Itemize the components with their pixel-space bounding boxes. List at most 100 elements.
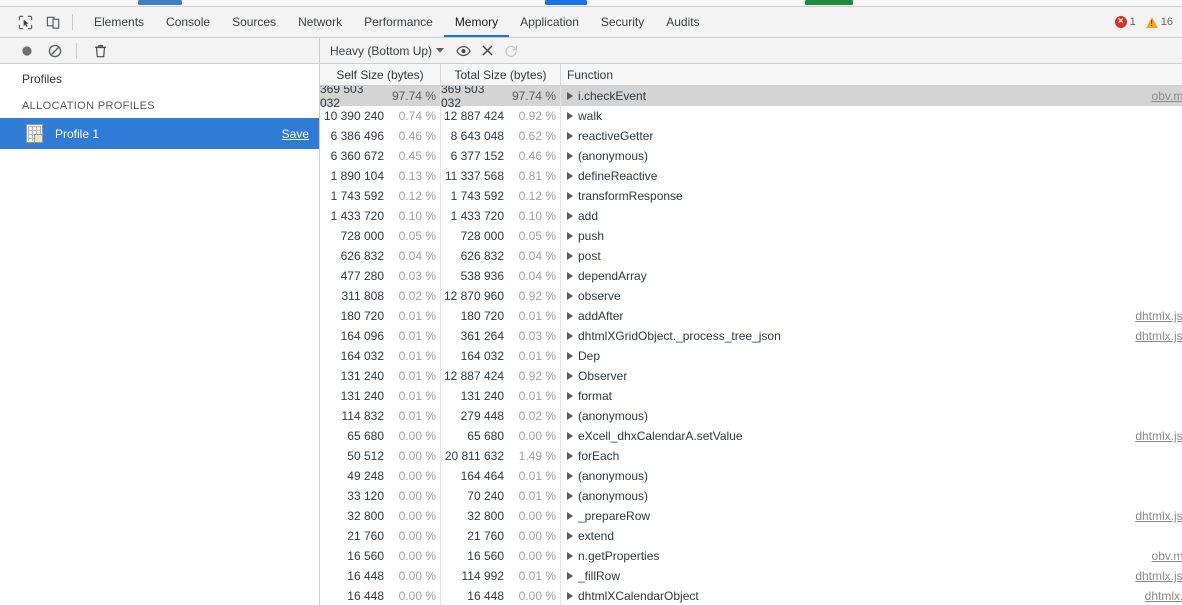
tab-audits[interactable]: Audits (655, 7, 710, 37)
inspect-element-icon[interactable] (12, 10, 38, 34)
expand-triangle-icon[interactable] (567, 352, 573, 360)
view-mode-select[interactable]: Heavy (Bottom Up) (328, 41, 450, 61)
table-row[interactable]: 50 512 0.00 % 20 811 632 1.49 % forEach (320, 446, 1182, 466)
view-mode-value: Heavy (Bottom Up) (330, 43, 433, 58)
total-size-value: 626 832 (460, 249, 504, 263)
expand-triangle-icon[interactable] (567, 572, 573, 580)
clear-button[interactable] (44, 41, 66, 61)
function-name: observe (578, 289, 621, 303)
cell-total-size: 65 680 0.00 % (441, 426, 561, 446)
expand-triangle-icon[interactable] (567, 372, 573, 380)
tab-elements[interactable]: Elements (83, 7, 155, 37)
expand-triangle-icon[interactable] (567, 152, 573, 160)
expand-triangle-icon[interactable] (567, 172, 573, 180)
expand-triangle-icon[interactable] (567, 392, 573, 400)
expand-triangle-icon[interactable] (567, 532, 573, 540)
column-header-total-size[interactable]: Total Size (bytes) (441, 64, 561, 85)
table-row[interactable]: 16 560 0.00 % 16 560 0.00 % n.getProperties o… (320, 546, 1182, 566)
source-file-link[interactable]: obv.mi (1144, 549, 1182, 563)
table-row[interactable]: 728 000 0.05 % 728 000 0.05 % push (320, 226, 1182, 246)
expand-triangle-icon[interactable] (567, 212, 573, 220)
table-row[interactable]: 1 743 592 0.12 % 1 743 592 0.12 % transformR… (320, 186, 1182, 206)
table-row[interactable]: 16 448 0.00 % 114 992 0.01 % _fillRow dhtmlx.… (320, 566, 1182, 586)
save-profile-link[interactable]: Save (282, 127, 309, 141)
expand-triangle-icon[interactable] (567, 92, 573, 100)
total-size-percent: 0.46 % (518, 149, 556, 163)
expand-triangle-icon[interactable] (567, 232, 573, 240)
table-row[interactable]: 16 448 0.00 % 16 448 0.00 % dhtmlXCalendarOb… (320, 586, 1182, 605)
expand-triangle-icon[interactable] (567, 592, 573, 600)
table-row[interactable]: 21 760 0.00 % 21 760 0.00 % extend (320, 526, 1182, 546)
source-file-link[interactable]: dhtmlx.js: (1127, 309, 1182, 323)
expand-triangle-icon[interactable] (567, 292, 573, 300)
expand-triangle-icon[interactable] (567, 132, 573, 140)
device-toolbar-icon[interactable] (40, 10, 66, 34)
source-file-link[interactable]: dhtmlx.js: (1127, 329, 1182, 343)
table-row[interactable]: 369 503 032 97.74 % 369 503 032 97.74 % i.ch… (320, 86, 1182, 110)
expand-triangle-icon[interactable] (567, 332, 573, 340)
restore-functions-button[interactable] (500, 41, 522, 61)
record-button[interactable] (16, 41, 38, 61)
focus-function-button[interactable] (452, 41, 474, 61)
source-file-link[interactable]: dhtmlx.js: (1127, 429, 1182, 443)
cell-self-size: 1 743 592 0.12 % (320, 186, 441, 206)
total-size-value: 728 000 (460, 229, 504, 243)
expand-triangle-icon[interactable] (567, 272, 573, 280)
table-row[interactable]: 131 240 0.01 % 12 887 424 0.92 % Observer (320, 366, 1182, 386)
sidebar-item-profile-1[interactable]: Profile 1 Save (0, 118, 319, 149)
table-row[interactable]: 164 096 0.01 % 361 264 0.03 % dhtmlXGridObje… (320, 326, 1182, 346)
expand-triangle-icon[interactable] (567, 192, 573, 200)
tab-network[interactable]: Network (287, 7, 353, 37)
table-row[interactable]: 1 890 104 0.13 % 11 337 568 0.81 % defineRea… (320, 166, 1182, 186)
devtools-window: Elements Console Sources Network Perform… (0, 0, 1182, 605)
self-size-percent: 0.01 % (398, 369, 436, 383)
table-row[interactable]: 114 832 0.01 % 279 448 0.02 % (anonymous) (320, 406, 1182, 426)
self-size-value: 131 240 (340, 389, 384, 403)
expand-triangle-icon[interactable] (567, 492, 573, 500)
column-header-self-size[interactable]: Self Size (bytes) (320, 64, 441, 85)
cell-function: reactiveGetter (561, 126, 1182, 146)
expand-triangle-icon[interactable] (567, 452, 573, 460)
exclude-function-button[interactable] (476, 41, 498, 61)
table-row[interactable]: 49 248 0.00 % 164 464 0.01 % (anonymous) (320, 466, 1182, 486)
expand-triangle-icon[interactable] (567, 412, 573, 420)
error-counter[interactable]: × 1 (1112, 16, 1139, 28)
source-file-link[interactable]: obv.mi (1144, 89, 1182, 103)
expand-triangle-icon[interactable] (567, 312, 573, 320)
tab-application[interactable]: Application (509, 7, 590, 37)
column-header-function[interactable]: Function (561, 64, 1182, 85)
tab-sources[interactable]: Sources (221, 7, 287, 37)
table-row[interactable]: 32 800 0.00 % 32 800 0.00 % _prepareRow dhtml… (320, 506, 1182, 526)
self-size-percent: 0.00 % (398, 529, 436, 543)
expand-triangle-icon[interactable] (567, 432, 573, 440)
total-size-percent: 0.03 % (518, 329, 556, 343)
tab-performance[interactable]: Performance (353, 7, 444, 37)
tab-console[interactable]: Console (155, 7, 221, 37)
expand-triangle-icon[interactable] (567, 512, 573, 520)
total-size-percent: 0.00 % (518, 509, 556, 523)
table-row[interactable]: 6 386 496 0.46 % 8 643 048 0.62 % reactiveGe… (320, 126, 1182, 146)
source-file-link[interactable]: dhtmlx.j (1137, 589, 1182, 603)
table-row[interactable]: 477 280 0.03 % 538 936 0.04 % dependArray (320, 266, 1182, 286)
table-row[interactable]: 65 680 0.00 % 65 680 0.00 % eXcell_dhxCalend… (320, 426, 1182, 446)
expand-triangle-icon[interactable] (567, 552, 573, 560)
table-row[interactable]: 626 832 0.04 % 626 832 0.04 % post (320, 246, 1182, 266)
expand-triangle-icon[interactable] (567, 112, 573, 120)
warning-counter[interactable]: 16 (1143, 16, 1176, 28)
cell-function: push (561, 226, 1182, 246)
table-row[interactable]: 131 240 0.01 % 131 240 0.01 % format (320, 386, 1182, 406)
table-row[interactable]: 1 433 720 0.10 % 1 433 720 0.10 % add (320, 206, 1182, 226)
delete-profile-button[interactable] (89, 41, 111, 61)
table-row[interactable]: 10 390 240 0.74 % 12 887 424 0.92 % walk (320, 106, 1182, 126)
source-file-link[interactable]: dhtmlx.js: (1127, 569, 1182, 583)
table-row[interactable]: 6 360 672 0.45 % 6 377 152 0.46 % (anonymous… (320, 146, 1182, 166)
tab-memory[interactable]: Memory (443, 7, 510, 37)
expand-triangle-icon[interactable] (567, 252, 573, 260)
table-row[interactable]: 33 120 0.00 % 70 240 0.01 % (anonymous) (320, 486, 1182, 506)
table-row[interactable]: 311 808 0.02 % 12 870 960 0.92 % observe (320, 286, 1182, 306)
table-row[interactable]: 180 720 0.01 % 180 720 0.01 % addAfter dhtmlx… (320, 306, 1182, 326)
source-file-link[interactable]: dhtmlx.js: (1127, 509, 1182, 523)
tab-security[interactable]: Security (590, 7, 655, 37)
expand-triangle-icon[interactable] (567, 472, 573, 480)
table-row[interactable]: 164 032 0.01 % 164 032 0.01 % Dep (320, 346, 1182, 366)
